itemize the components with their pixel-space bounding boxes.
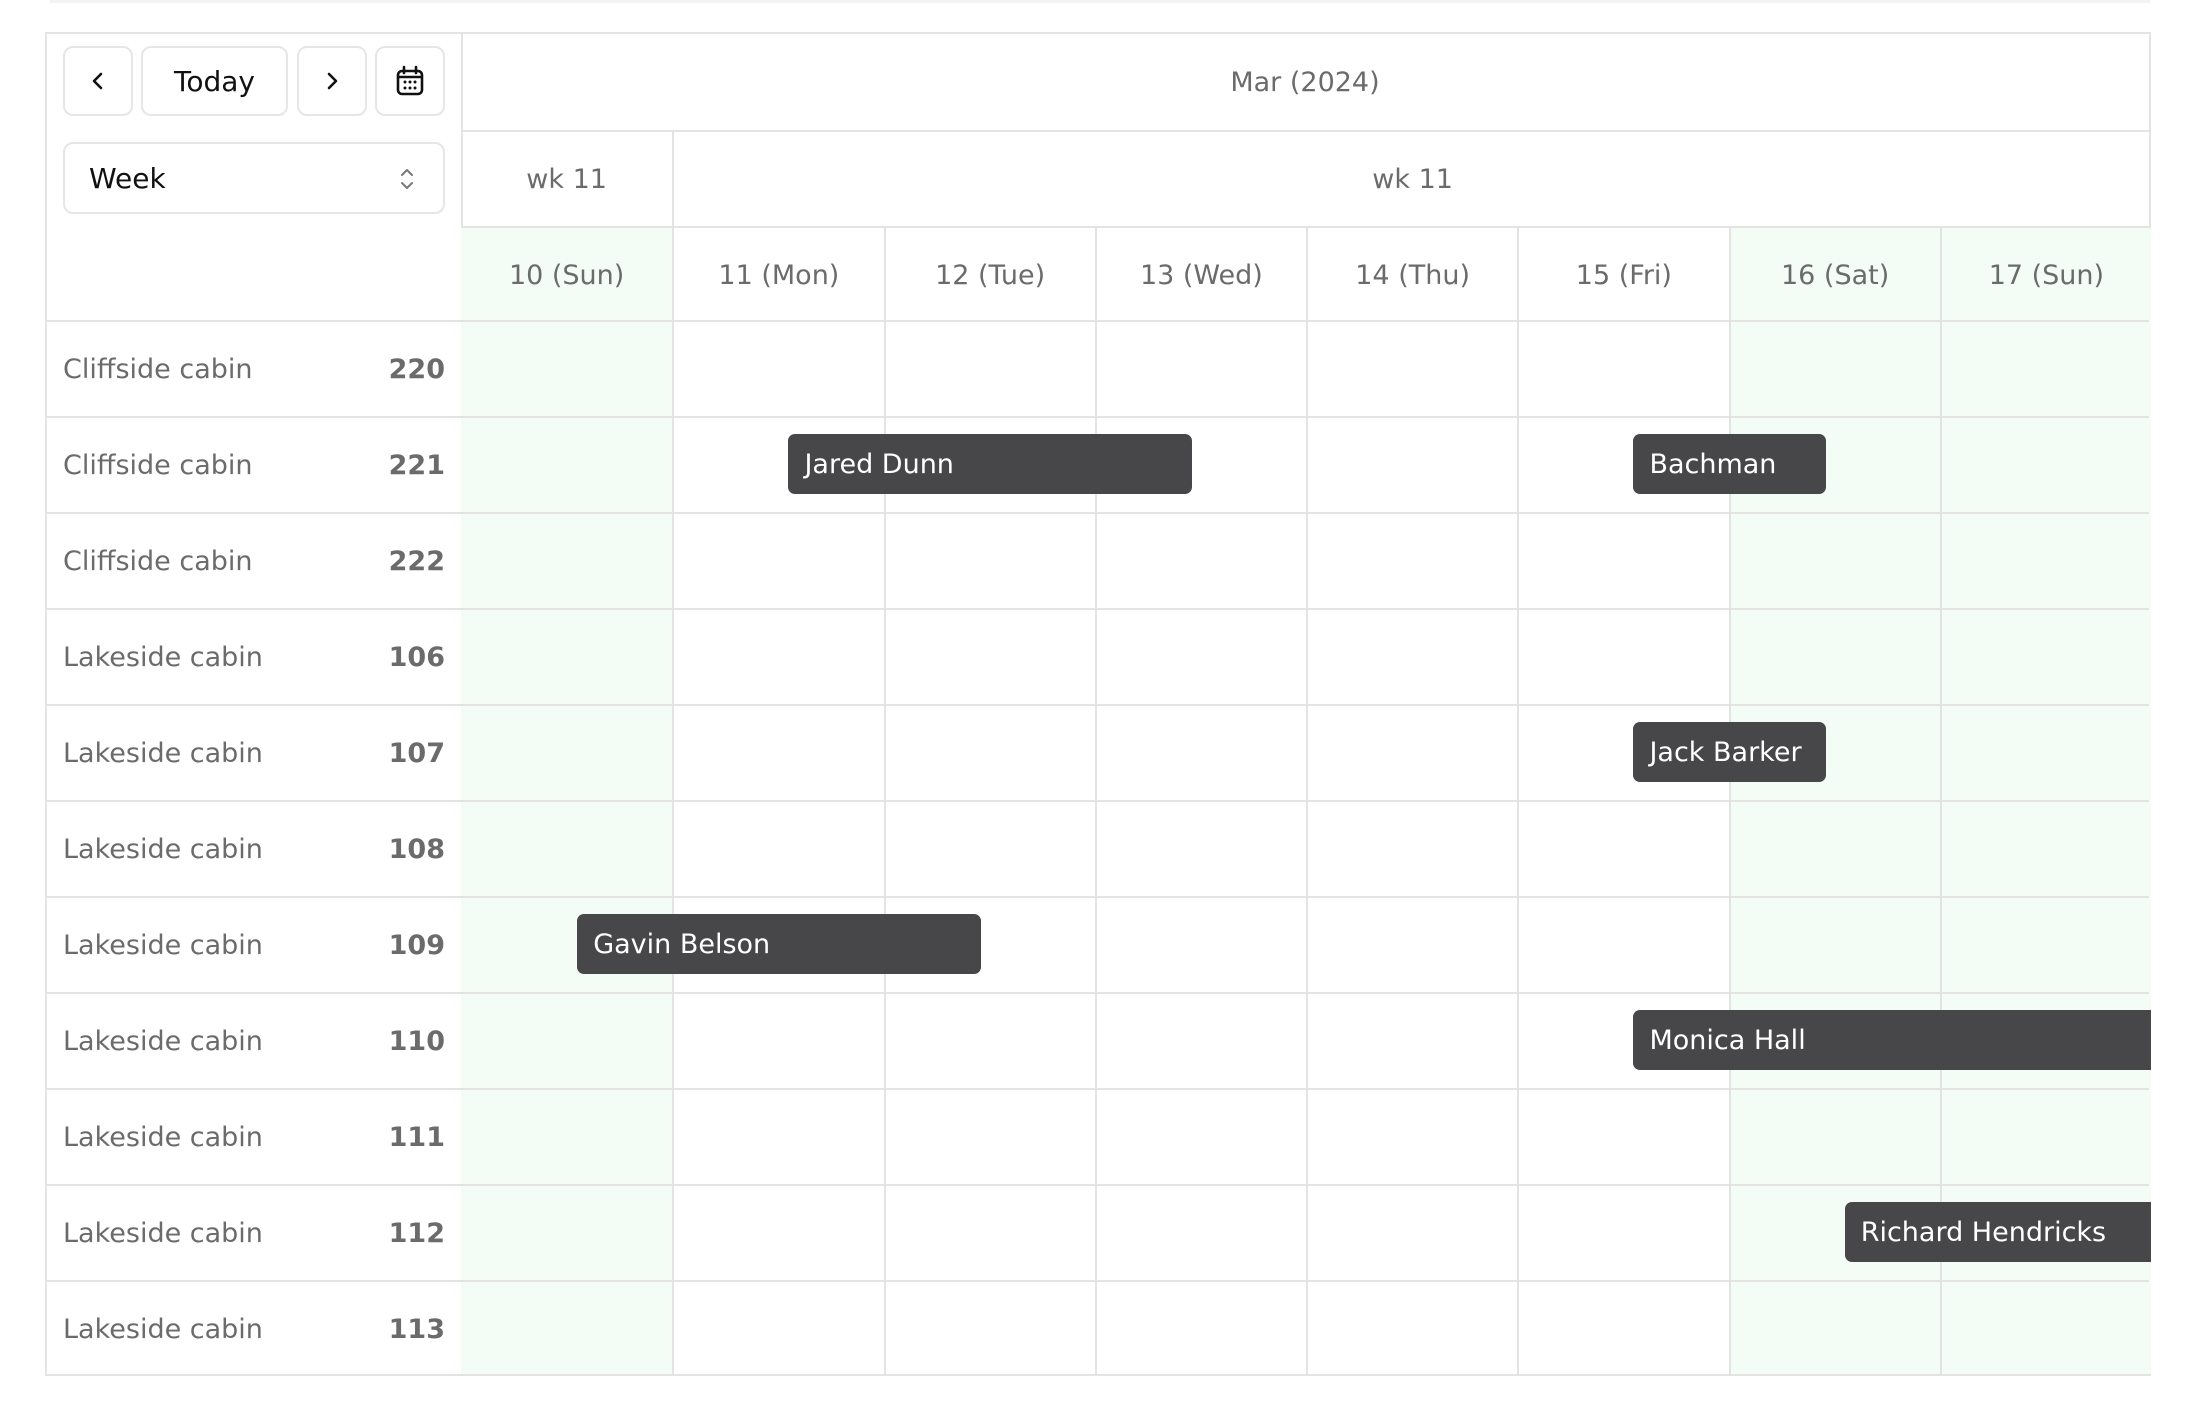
resource-number: 221 [388,449,445,481]
scheduler-toolbar: Today Week [47,34,461,320]
resource-number: 222 [388,545,445,577]
row-divider [461,416,2149,418]
resource-number: 220 [388,353,445,385]
row-divider [461,704,2149,706]
resource-name: Lakeside cabin [63,929,263,961]
date-picker-button[interactable] [375,46,445,116]
month-header: Mar (2024) [461,34,2149,130]
chevron-right-icon [327,72,338,90]
resource-name: Cliffside cabin [63,545,253,577]
today-button[interactable]: Today [141,46,288,116]
resource-row[interactable]: Lakeside cabin 113 [47,1280,461,1376]
day-header-cell: 17 (Sun) [1939,228,2151,322]
day-header-cell: 12 (Tue) [883,228,1095,322]
resource-row[interactable]: Lakeside cabin 110 [47,992,461,1088]
resource-name: Lakeside cabin [63,1217,263,1249]
resource-number: 106 [388,641,445,673]
resource-number: 112 [388,1217,445,1249]
booking-guest-name: Richard Hendricks [1860,1216,2107,1248]
resource-row[interactable]: Lakeside cabin 109 [47,896,461,992]
top-shadow-divider [50,0,2150,3]
resource-list: Cliffside cabin 220 Cliffside cabin 221 Clif… [47,320,461,1376]
week-header: wk 11 wk 11 [461,130,2149,226]
row-divider [461,1184,2149,1186]
resource-name: Cliffside cabin [63,449,253,481]
booking-guest-name: Bachman [1649,448,1777,480]
resource-name: Lakeside cabin [63,1025,263,1057]
month-label: Mar (2024) [1230,66,1380,98]
next-button[interactable] [297,46,367,116]
resource-row[interactable]: Cliffside cabin 221 [47,416,461,512]
booking-guest-name: Jack Barker [1649,736,1802,768]
booking-bar[interactable]: Monica Hall [1633,1010,2151,1070]
row-divider [461,320,2149,322]
booking-bar[interactable]: Bachman [1633,434,1826,494]
row-divider [461,1088,2149,1090]
booking-guest-name: Gavin Belson [593,928,771,960]
today-button-label: Today [174,64,255,98]
resource-number: 111 [388,1121,445,1153]
resource-number: 110 [388,1025,445,1057]
booking-bar[interactable]: Jared Dunn [788,434,1192,494]
booking-bar[interactable]: Gavin Belson [577,914,981,974]
week-header-cell: wk 11 [672,132,2151,226]
resource-number: 108 [388,833,445,865]
row-divider [461,800,2149,802]
resource-panel: Today Week Cliffside cabin 220 Cliffside… [47,34,463,1374]
day-column[interactable] [1306,320,1517,1374]
chevron-up-down-icon [401,169,413,189]
resource-row[interactable]: Lakeside cabin 111 [47,1088,461,1184]
resource-name: Lakeside cabin [63,737,263,769]
booking-grid: Jared Dunn Bachman Jack Barker Gavin Belson… [461,320,2151,1374]
day-header-cell: 15 (Fri) [1517,228,1728,322]
row-divider [461,1280,2149,1282]
resource-row[interactable]: Lakeside cabin 108 [47,800,461,896]
resource-number: 107 [388,737,445,769]
resource-name: Lakeside cabin [63,641,263,673]
previous-button[interactable] [63,46,133,116]
view-mode-value: Week [89,161,166,195]
booking-bar[interactable]: Jack Barker [1633,722,1826,782]
day-header-cell: 11 (Mon) [672,228,883,322]
day-header-cell: 16 (Sat) [1728,228,1940,322]
resource-scheduler: Today Week Cliffside cabin 220 Cliffside… [45,32,2151,1376]
day-header-cell: 10 (Sun) [461,228,673,322]
week-header-cell: wk 11 [526,163,607,195]
view-mode-select[interactable]: Week [63,142,445,214]
resource-row[interactable]: Cliffside cabin 220 [47,320,461,416]
booking-guest-name: Jared Dunn [804,448,954,480]
resource-name: Lakeside cabin [63,833,263,865]
resource-row[interactable]: Lakeside cabin 106 [47,608,461,704]
resource-name: Cliffside cabin [63,353,253,385]
chevron-left-icon [92,72,103,90]
booking-bar[interactable]: Richard Hendricks [1844,1202,2151,1262]
resource-name: Lakeside cabin [63,1313,263,1345]
row-divider [461,512,2149,514]
resource-row[interactable]: Cliffside cabin 222 [47,512,461,608]
resource-number: 113 [388,1313,445,1345]
day-header-cell: 13 (Wed) [1094,228,1306,322]
row-divider [461,608,2149,610]
day-header: 10 (Sun) 11 (Mon) 12 (Tue) 13 (Wed) 14 (Thu)… [461,226,2151,322]
booking-guest-name: Monica Hall [1649,1024,1806,1056]
calendar-icon [396,65,424,96]
timeline: Mar (2024) wk 11 wk 11 10 (Sun) 11 (Mon) 12… [461,34,2151,1374]
resource-number: 109 [388,929,445,961]
resource-row[interactable]: Lakeside cabin 107 [47,704,461,800]
resource-row[interactable]: Lakeside cabin 112 [47,1184,461,1280]
resource-name: Lakeside cabin [63,1121,263,1153]
row-divider [461,896,2149,898]
row-divider [461,992,2149,994]
day-column[interactable] [461,320,673,1374]
day-header-cell: 14 (Thu) [1306,228,1517,322]
